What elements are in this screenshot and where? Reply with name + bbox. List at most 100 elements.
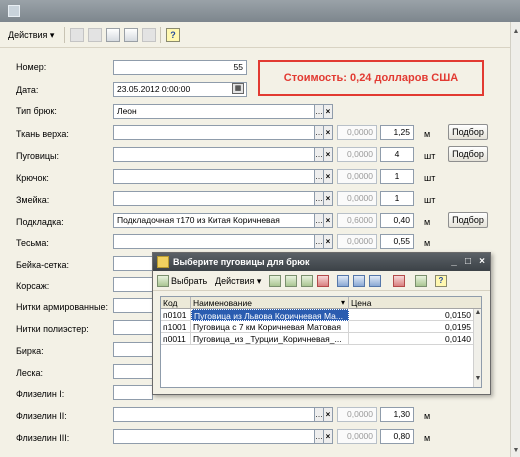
cell-name[interactable]: Пуговица из Львова Коричневая Ма...	[191, 309, 349, 321]
hook-field[interactable]	[113, 169, 315, 184]
fabric-field[interactable]	[113, 125, 315, 140]
delete-row-icon[interactable]	[317, 275, 329, 287]
actions-menu-button[interactable]: Действия ▾	[8, 28, 54, 42]
print-icon[interactable]	[142, 28, 156, 42]
clear-button[interactable]: ×	[324, 191, 333, 206]
price-field[interactable]: 0,0000	[337, 191, 377, 206]
select-button[interactable]: …	[315, 169, 324, 184]
copy-row-icon[interactable]	[285, 275, 297, 287]
clear-button[interactable]: ×	[324, 234, 333, 249]
tape-field[interactable]	[113, 234, 315, 249]
reinforced-thread-field[interactable]	[113, 298, 153, 313]
zipper-field[interactable]	[113, 191, 315, 206]
select-button[interactable]: …	[315, 125, 324, 140]
scroll-up-icon[interactable]: ▲	[474, 309, 482, 316]
unit-label: м	[424, 238, 431, 248]
select-icon[interactable]	[157, 275, 169, 287]
qty-field[interactable]: 0,40	[380, 213, 414, 228]
clear-button[interactable]: ×	[324, 407, 333, 422]
qty-field[interactable]: 4	[380, 147, 414, 162]
clear-button[interactable]: ×	[324, 213, 333, 228]
interfacing-2-field[interactable]	[113, 407, 315, 422]
price-field[interactable]: 0,6000	[337, 213, 377, 228]
sort-icon[interactable]	[369, 275, 381, 287]
table-row[interactable]: п0101 Пуговица из Львова Коричневая Ма..…	[161, 309, 473, 321]
close-icon[interactable]: ×	[475, 253, 489, 271]
price-field[interactable]: 0,0000	[337, 125, 377, 140]
filter-icon[interactable]	[337, 275, 349, 287]
clear-button[interactable]: ×	[324, 429, 333, 444]
dialog-actions-button[interactable]: Действия ▾	[215, 275, 261, 287]
tag-field[interactable]	[113, 342, 153, 357]
price-field[interactable]: 0,0000	[337, 429, 377, 444]
toolbar-separator	[64, 27, 65, 43]
filter-list-icon[interactable]	[353, 275, 365, 287]
interfacing-3-field[interactable]	[113, 429, 315, 444]
add-icon[interactable]	[70, 28, 84, 42]
post-icon[interactable]	[124, 28, 138, 42]
unit-label: м	[424, 411, 431, 421]
select-button[interactable]: …	[315, 407, 324, 422]
qty-field[interactable]: 1	[380, 191, 414, 206]
select-button[interactable]: …	[315, 147, 324, 162]
select-button[interactable]: …	[315, 234, 324, 249]
corsage-field[interactable]	[113, 277, 153, 292]
edit-row-icon[interactable]	[301, 275, 313, 287]
pick-button[interactable]: Подбор	[448, 124, 488, 140]
table-row[interactable]: п1001 Пуговица с 7 км Коричневая Матовая…	[161, 321, 473, 333]
fishing-line-field[interactable]	[113, 364, 153, 379]
clear-filter-icon[interactable]	[393, 275, 405, 287]
number-field[interactable]: 55	[113, 60, 247, 75]
buttons-field[interactable]	[113, 147, 315, 162]
cell-name[interactable]: Пуговица_из _Турции_Коричневая_...	[191, 333, 349, 345]
unit-label: шт	[424, 151, 436, 161]
column-code[interactable]: Код	[161, 297, 191, 309]
price-field[interactable]: 0,0000	[337, 234, 377, 249]
price-field[interactable]: 0,0000	[337, 147, 377, 162]
edit-icon[interactable]	[106, 28, 120, 42]
minimize-icon[interactable]: _	[447, 253, 461, 271]
date-field[interactable]: 23.05.2012 0:00:00	[113, 82, 247, 97]
clear-button[interactable]: ×	[324, 169, 333, 184]
scroll-down-icon[interactable]: ▼	[474, 375, 482, 382]
price-field[interactable]: 0,0000	[337, 407, 377, 422]
table-scrollbar[interactable]: ▲ ▼	[473, 309, 481, 387]
scroll-up-icon[interactable]: ▲	[512, 28, 520, 36]
type-clear-button[interactable]: ×	[324, 104, 333, 119]
row-label: Бирка:	[16, 346, 44, 356]
calendar-icon[interactable]: ▦	[232, 83, 244, 94]
lining-field[interactable]: Подкладочная т170 из Китая Коричневая	[113, 213, 315, 228]
vertical-scrollbar[interactable]: ▲ ▼	[510, 22, 520, 457]
scroll-down-icon[interactable]: ▼	[512, 447, 520, 455]
pick-button[interactable]: Подбор	[448, 146, 488, 162]
select-button[interactable]: Выбрать	[171, 275, 207, 287]
qty-field[interactable]: 1,30	[380, 407, 414, 422]
polyester-thread-field[interactable]	[113, 320, 153, 335]
copy-icon[interactable]	[88, 28, 102, 42]
price-field[interactable]: 0,0000	[337, 169, 377, 184]
select-button[interactable]: …	[315, 213, 324, 228]
dialog-titlebar[interactable]: Выберите пуговицы для брюк	[153, 253, 490, 271]
qty-field[interactable]: 1,25	[380, 125, 414, 140]
qty-field[interactable]: 1	[380, 169, 414, 184]
clear-button[interactable]: ×	[324, 125, 333, 140]
qty-field[interactable]: 0,55	[380, 234, 414, 249]
table-row[interactable]: п0011 Пуговица_из _Турции_Коричневая_...…	[161, 333, 473, 345]
maximize-icon[interactable]: □	[461, 253, 475, 271]
refresh-icon[interactable]	[415, 275, 427, 287]
clear-button[interactable]: ×	[324, 147, 333, 162]
pick-button[interactable]: Подбор	[448, 212, 488, 228]
column-name[interactable]: Наименование	[191, 297, 349, 309]
select-button[interactable]: …	[315, 191, 324, 206]
add-row-icon[interactable]	[269, 275, 281, 287]
qty-field[interactable]: 0,80	[380, 429, 414, 444]
interfacing-1-field[interactable]	[113, 385, 153, 400]
help-icon[interactable]: ?	[166, 28, 180, 42]
dialog-help-icon[interactable]: ?	[435, 275, 447, 287]
column-price[interactable]: Цена	[349, 297, 473, 309]
type-select-button[interactable]: …	[315, 104, 324, 119]
mesh-field[interactable]	[113, 256, 153, 271]
select-button[interactable]: …	[315, 429, 324, 444]
type-field[interactable]: Леон	[113, 104, 315, 119]
cell-name[interactable]: Пуговица с 7 км Коричневая Матовая	[191, 321, 349, 333]
